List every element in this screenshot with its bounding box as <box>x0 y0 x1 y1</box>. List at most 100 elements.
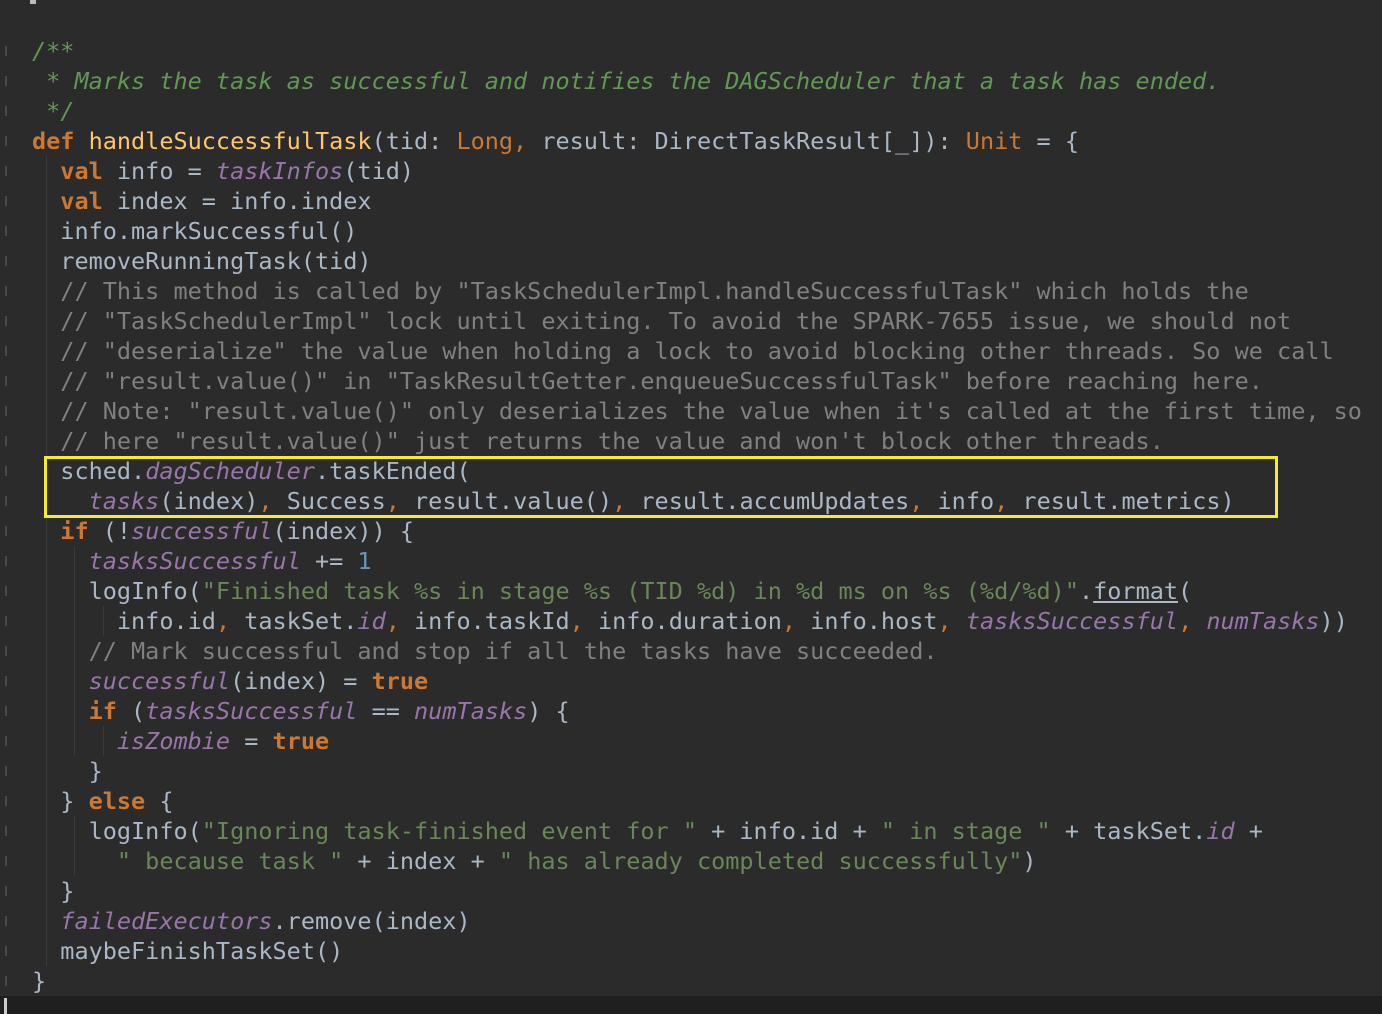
keyword: true <box>272 727 330 755</box>
gutter-marker <box>5 616 7 626</box>
keyword-punct: , <box>258 487 287 515</box>
code-text: result.value() <box>414 487 613 515</box>
doc-comment: * Marks the task as successful and notif… <box>32 67 1221 95</box>
gutter-marker <box>5 796 7 806</box>
code-line[interactable]: logInfo("Ignoring task-finished event fo… <box>32 816 1362 846</box>
string-literal: "Ignoring task-finished event for " <box>201 817 697 845</box>
code-line[interactable]: if (!successful(index)) { <box>32 516 1362 546</box>
code-editor[interactable]: /** * Marks the task as successful and n… <box>0 0 1382 1014</box>
code-line[interactable]: } <box>32 756 1362 786</box>
code-line[interactable]: } <box>32 876 1362 906</box>
gutter-marker <box>5 166 7 176</box>
code-text: ) { <box>527 697 570 725</box>
code-text: + taskSet. <box>1050 817 1207 845</box>
line-comment: // Note: "result.value()" only deseriali… <box>32 397 1362 425</box>
keyword-punct: Long, <box>456 127 542 155</box>
code-line[interactable]: maybeFinishTaskSet() <box>32 936 1362 966</box>
doc-comment: */ <box>32 97 75 125</box>
code-line[interactable]: isZombie = true <box>32 726 1362 756</box>
string-literal: " has already completed successfully" <box>498 847 1023 875</box>
gutter-marker <box>5 886 7 896</box>
gutter-marker <box>5 376 7 386</box>
gutter-marker <box>5 316 7 326</box>
code-line[interactable]: } else { <box>32 786 1362 816</box>
line-comment: // "deserialize" the value when holding … <box>32 337 1334 365</box>
code-line[interactable]: // This method is called by "TaskSchedul… <box>32 276 1362 306</box>
gutter-marker <box>5 436 7 446</box>
code-line[interactable]: successful(index) = true <box>32 666 1362 696</box>
gutter-marker <box>5 46 7 56</box>
code-line[interactable]: * Marks the task as successful and notif… <box>32 66 1362 96</box>
string-literal: " because task " <box>116 847 344 875</box>
code-text: + <box>1234 817 1263 845</box>
keyword: true <box>371 667 429 695</box>
code-text: ( <box>1178 577 1193 605</box>
code-text: ) <box>1022 847 1037 875</box>
gutter-marker <box>5 406 7 416</box>
keyword-punct: , <box>385 607 415 635</box>
gutter-marker <box>5 706 7 716</box>
gutter-marker <box>5 226 7 236</box>
code-text: info.duration <box>597 607 782 635</box>
code-line[interactable]: val info = taskInfos(tid) <box>32 156 1362 186</box>
code-line[interactable]: tasks(index), Success, result.value(), r… <box>32 486 1362 516</box>
code-text: result: DirectTaskResult[_]): <box>541 127 966 155</box>
code-line[interactable]: removeRunningTask(tid) <box>32 246 1362 276</box>
code-line[interactable]: info.markSuccessful() <box>32 216 1362 246</box>
keyword-punct: , <box>909 487 938 515</box>
code-line[interactable]: if (tasksSuccessful == numTasks) { <box>32 696 1362 726</box>
code-line[interactable]: " because task " + index + " has already… <box>32 846 1362 876</box>
code-line[interactable]: // "result.value()" in "TaskResultGetter… <box>32 366 1362 396</box>
field-ref: tasks <box>88 487 160 515</box>
gutter-marker <box>5 466 7 476</box>
code-line[interactable]: // here "result.value()" just returns th… <box>32 426 1362 456</box>
field-ref: tasksSuccessful <box>88 547 301 575</box>
gutter-marker <box>5 256 7 266</box>
keyword-punct: , <box>385 487 415 515</box>
code-area[interactable]: /** * Marks the task as successful and n… <box>32 36 1362 996</box>
gutter-marker <box>5 976 7 986</box>
code-line[interactable]: */ <box>32 96 1362 126</box>
code-text: result.accumUpdates <box>640 487 910 515</box>
code-text: == <box>357 697 415 725</box>
code-text: .taskEnded( <box>314 457 471 485</box>
code-line[interactable]: // Mark successful and stop if all the t… <box>32 636 1362 666</box>
field-ref: id <box>357 607 386 635</box>
line-comment: // This method is called by "TaskSchedul… <box>32 277 1249 305</box>
keyword: if <box>60 517 103 545</box>
editor-gutter[interactable] <box>0 0 14 1014</box>
code-line[interactable]: logInfo("Finished task %s in stage %s (T… <box>32 576 1362 606</box>
field-ref: id <box>1206 817 1235 845</box>
previous-line-fragment <box>30 0 36 4</box>
code-text: info.taskId <box>414 607 570 635</box>
code-line[interactable]: tasksSuccessful += 1 <box>32 546 1362 576</box>
code-line[interactable]: /** <box>32 36 1362 66</box>
code-text: = { <box>1022 127 1079 155</box>
code-text: index = info.index <box>116 187 372 215</box>
code-line[interactable]: // Note: "result.value()" only deseriali… <box>32 396 1362 426</box>
text-caret <box>4 998 7 1014</box>
gutter-marker <box>5 136 7 146</box>
gutter-marker <box>5 106 7 116</box>
code-line[interactable]: def handleSuccessfulTask(tid: Long, resu… <box>32 126 1362 156</box>
code-text: (tid) <box>343 157 415 185</box>
code-line[interactable]: // "TaskSchedulerImpl" lock until exitin… <box>32 306 1362 336</box>
field-ref: numTasks <box>1206 607 1320 635</box>
code-line[interactable]: } <box>32 966 1362 996</box>
code-line[interactable]: // "deserialize" the value when holding … <box>32 336 1362 366</box>
code-text: )) <box>1319 607 1348 635</box>
code-text: info.id <box>32 607 216 635</box>
code-line[interactable]: val index = info.index <box>32 186 1362 216</box>
code-line[interactable]: failedExecutors.remove(index) <box>32 906 1362 936</box>
gutter-marker <box>5 646 7 656</box>
code-line[interactable]: sched.dagScheduler.taskEnded( <box>32 456 1362 486</box>
code-text: info.markSuccessful() <box>32 217 358 245</box>
keyword: val <box>60 187 117 215</box>
code-text: sched. <box>32 457 146 485</box>
keyword: if <box>88 697 132 725</box>
code-line[interactable]: info.id, taskSet.id, info.taskId, info.d… <box>32 606 1362 636</box>
